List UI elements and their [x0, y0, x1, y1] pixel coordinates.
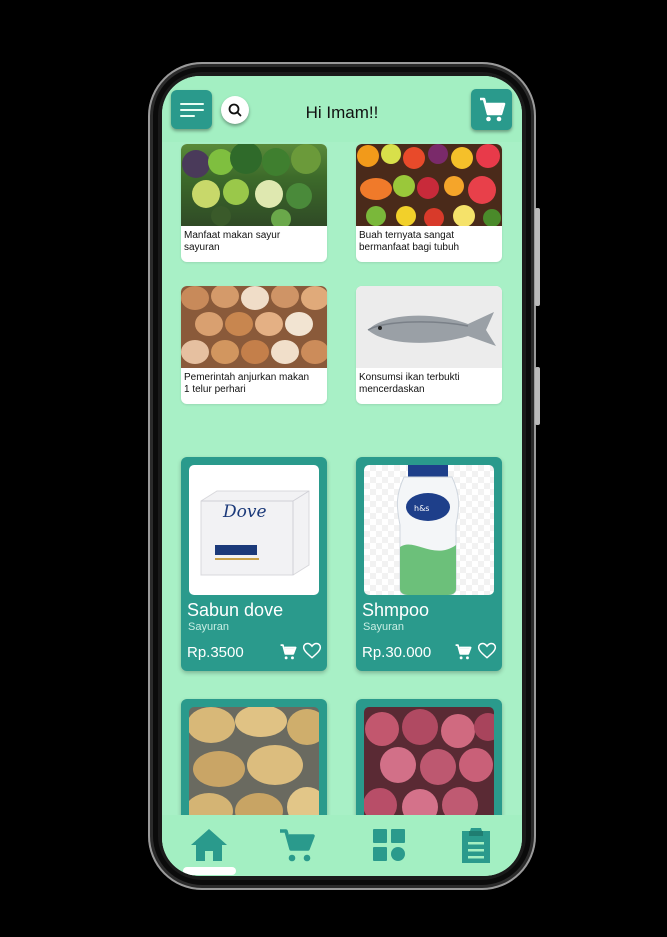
product-price: Rp.30.000 — [362, 644, 432, 661]
article-card[interactable]: Pemerintah anjurkan makan 1 telur perhar… — [181, 286, 327, 404]
phone-power-button — [535, 208, 540, 306]
article-card[interactable]: Manfaat makan sayur sayuran — [181, 144, 327, 262]
svg-text:h&s: h&s — [414, 504, 429, 513]
product-category: Sayuran — [363, 621, 404, 633]
product-name: Shmpoo — [362, 600, 430, 620]
active-tab-indicator — [183, 867, 236, 875]
nav-orders[interactable] — [456, 825, 496, 865]
nav-categories[interactable] — [369, 825, 409, 865]
hamburger-menu-icon — [180, 103, 204, 105]
clipboard-icon — [462, 828, 490, 863]
product-card[interactable]: h&s Shmpoo Sayuran Rp.30.000 — [356, 457, 502, 671]
hamburger-line — [180, 109, 204, 111]
phone-volume-button — [535, 367, 540, 425]
favorite-heart-icon[interactable] — [302, 641, 322, 661]
app-screen: Hi Imam!! Manfaat makan sayur sayuran Bu… — [162, 76, 522, 876]
grid-icon — [373, 829, 405, 861]
article-caption: Konsumsi ikan terbukti mencerdaskan — [359, 372, 460, 395]
fruits-photo — [356, 144, 502, 226]
article-caption: Manfaat makan sayur sayuran — [184, 230, 281, 253]
hamburger-line — [180, 115, 195, 117]
search-icon — [228, 103, 242, 117]
cart-icon — [280, 829, 315, 862]
nav-home[interactable] — [189, 825, 229, 865]
add-to-cart-icon[interactable] — [279, 642, 298, 661]
product-price: Rp.3500 — [187, 644, 244, 661]
nav-cart[interactable] — [277, 825, 317, 865]
article-caption: Buah ternyata sangat bermanfaat bagi tub… — [359, 230, 460, 253]
home-icon — [191, 829, 227, 861]
shampoo-bottle-photo: h&s — [364, 465, 494, 595]
search-button[interactable] — [221, 96, 249, 124]
cart-button[interactable] — [471, 89, 512, 130]
add-to-cart-icon[interactable] — [454, 642, 473, 661]
greeting-title: Hi Imam!! — [305, 103, 379, 122]
fish-photo — [356, 286, 502, 368]
eggs-photo — [181, 286, 327, 368]
top-bar: Hi Imam!! — [162, 76, 522, 142]
product-category: Sayuran — [188, 621, 229, 633]
cart-icon — [480, 97, 506, 122]
product-card[interactable]: Dove Sabun dove Sayuran Rp.3500 — [181, 457, 327, 671]
article-card[interactable]: Buah ternyata sangat bermanfaat bagi tub… — [356, 144, 502, 262]
dove-soap-photo: Dove — [189, 465, 319, 595]
product-name: Sabun dove — [187, 600, 284, 620]
article-card[interactable]: Konsumsi ikan terbukti mencerdaskan — [356, 286, 502, 404]
menu-button[interactable] — [171, 90, 212, 129]
favorite-heart-icon[interactable] — [477, 641, 497, 661]
svg-text:Dove: Dove — [222, 502, 267, 522]
bottom-navigation — [162, 815, 522, 876]
article-caption: Pemerintah anjurkan makan 1 telur perhar… — [184, 372, 310, 395]
vegetables-photo — [181, 144, 327, 226]
